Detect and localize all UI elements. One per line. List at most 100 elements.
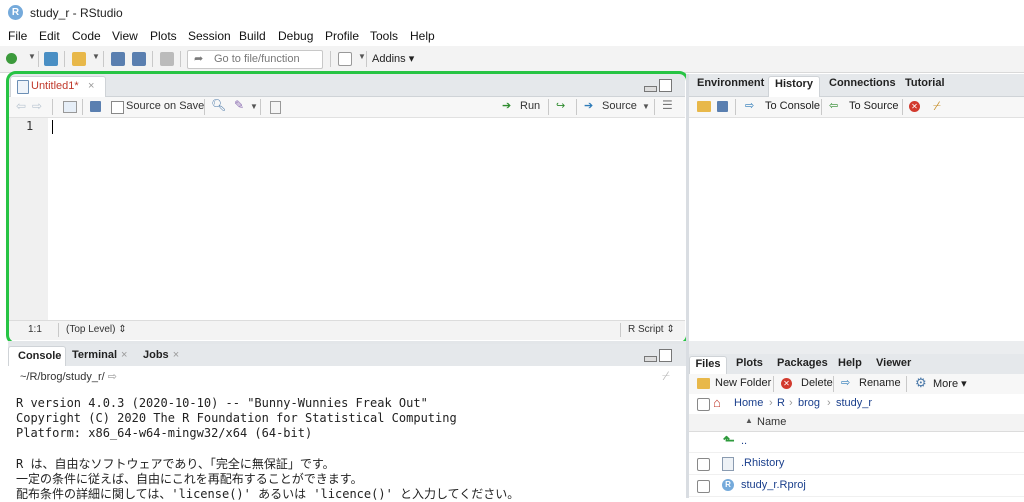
broom-icon[interactable]: ⌿ [662,368,670,384]
show-in-window-icon[interactable] [63,101,77,113]
tab-console[interactable]: Console [18,350,61,362]
run-icon[interactable]: ➔ [502,99,511,112]
chevron-down-icon[interactable]: ▼ [642,102,650,111]
menu-plots[interactable]: Plots [150,29,177,43]
file-type-selector[interactable]: R Script ⇕ [628,324,675,335]
menu-debug[interactable]: Debug [278,29,313,43]
save-icon[interactable] [90,101,101,112]
new-folder-button[interactable]: New Folder [715,377,771,389]
print-icon[interactable] [160,52,174,66]
tab-untitled1[interactable]: Untitled1* × [10,76,106,97]
environment-pane: Environment History Connections Tutorial… [689,74,1024,340]
parent-directory[interactable]: .. [741,435,747,447]
menu-code[interactable]: Code [72,29,101,43]
to-console-icon[interactable]: ⇨ [745,99,754,112]
close-icon[interactable]: × [121,349,127,361]
open-folder-icon[interactable] [72,52,86,66]
save-icon[interactable] [717,101,728,112]
gear-icon[interactable]: ⚙ [915,375,927,391]
rename-button[interactable]: Rename [859,377,901,389]
close-icon[interactable]: × [173,349,179,361]
file-study-r-rproj[interactable]: study_r.Rproj [741,479,806,491]
menu-tools[interactable]: Tools [370,29,398,43]
tab-history[interactable]: History [768,76,820,97]
source-button[interactable]: Source [602,100,637,112]
list-item[interactable]: .Rhistory [689,453,1024,475]
run-button[interactable]: Run [520,100,540,112]
more-button[interactable]: More ▾ [933,377,967,390]
working-directory[interactable]: ~/R/brog/study_r/ ⇨ [20,370,117,383]
menu-session[interactable]: Session [188,29,231,43]
name-column-header[interactable]: Name [757,416,786,428]
scope-selector[interactable]: (Top Level) ⇕ [66,324,127,335]
to-source-icon[interactable]: ⇦ [829,99,838,112]
load-history-icon[interactable] [697,101,711,112]
outline-icon[interactable]: ☰ [662,98,673,112]
delete-entry-icon[interactable]: ✕ [909,101,920,112]
code-editor[interactable]: 1 [8,118,685,320]
delete-button[interactable]: Delete [801,377,833,389]
to-console-button[interactable]: To Console [765,100,820,112]
source-on-save-checkbox[interactable] [111,101,124,114]
save-icon[interactable] [111,52,125,66]
to-source-button[interactable]: To Source [849,100,899,112]
title-bar: R study_r - RStudio [0,0,1024,26]
delete-icon[interactable]: ✕ [781,378,792,389]
file-rhistory[interactable]: .Rhistory [741,457,784,469]
chevron-down-icon[interactable]: ▼ [358,52,366,61]
menu-bar: File Edit Code View Plots Session Build … [0,26,1024,46]
file-checkbox[interactable] [697,480,710,493]
console-output[interactable]: R version 4.0.3 (2020-10-10) -- "Bunny-W… [8,388,686,501]
line-gutter: 1 [8,118,48,320]
rename-icon[interactable]: ⇨ [841,376,850,389]
sort-asc-icon[interactable]: ▲ [745,416,753,425]
chevron-down-icon[interactable]: ▼ [250,102,258,111]
close-icon[interactable]: × [88,80,94,92]
maximize-icon[interactable] [659,79,672,92]
list-item[interactable]: ⬑ .. [689,431,1024,453]
new-project-icon[interactable] [44,52,58,66]
minimize-icon[interactable] [644,86,657,92]
broom-icon[interactable]: ⌿ [933,98,941,114]
rerun-icon[interactable]: ↪ [556,99,565,112]
forward-icon[interactable]: ⇨ [32,99,42,113]
tab-tutorial[interactable]: Tutorial [905,77,945,96]
breadcrumb-separator: › [789,397,793,409]
console-line: R version 4.0.3 (2020-10-10) -- "Bunny-W… [16,396,428,410]
right-splitter[interactable] [689,341,1024,354]
home-icon[interactable]: ⌂ [713,395,721,410]
menu-view[interactable]: View [112,29,138,43]
tab-environment[interactable]: Environment [697,77,764,96]
breadcrumb-study-r[interactable]: study_r [836,397,872,409]
tab-connections[interactable]: Connections [829,77,896,96]
file-checkbox[interactable] [697,458,710,471]
menu-build[interactable]: Build [239,29,266,43]
new-folder-icon[interactable] [697,378,710,389]
menu-edit[interactable]: Edit [39,29,60,43]
breadcrumb: ⌂ Home › R › brog › study_r [689,394,1024,415]
new-file-icon[interactable] [6,53,17,64]
addins-menu[interactable]: Addins ▾ [372,52,414,65]
source-pane: Untitled1* × ⇦ ⇨ Source on Save 🔍︎ ✎ ▼ ➔… [8,74,685,340]
back-icon[interactable]: ⇦ [16,99,26,113]
save-all-icon[interactable] [132,52,146,66]
list-item[interactable]: R study_r.Rproj [689,475,1024,497]
chevron-down-icon[interactable]: ▼ [28,52,36,61]
source-arrow-icon[interactable]: ➔ [584,99,593,112]
menu-help[interactable]: Help [410,29,435,43]
breadcrumb-r[interactable]: R [777,397,785,409]
menu-profile[interactable]: Profile [325,29,359,43]
maximize-icon[interactable] [659,349,672,362]
grid-layout-icon[interactable] [338,52,352,66]
menu-file[interactable]: File [8,29,27,43]
select-all-checkbox[interactable] [697,398,710,411]
search-icon[interactable]: 🔍︎ [211,98,226,112]
breadcrumb-home[interactable]: Home [734,397,763,409]
breadcrumb-brog[interactable]: brog [798,397,820,409]
chevron-down-icon[interactable]: ▼ [92,52,100,61]
minimize-icon[interactable] [644,356,657,362]
goto-file-input[interactable]: ➦ Go to file/function [187,50,323,69]
magic-wand-icon[interactable]: ✎ [234,98,244,112]
cursor-position: 1:1 [28,324,42,335]
compile-report-icon[interactable] [270,101,281,114]
